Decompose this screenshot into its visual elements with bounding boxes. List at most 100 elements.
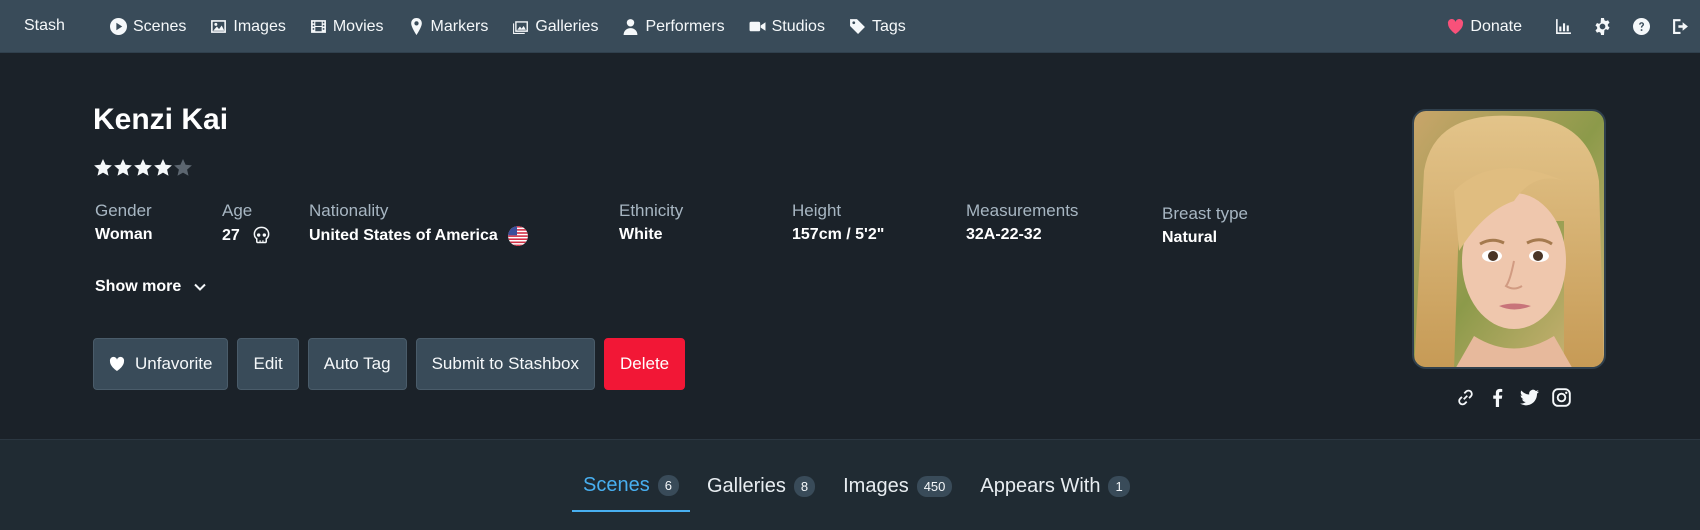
ethnicity-text: White [619, 226, 663, 243]
tab-appears-with[interactable]: Appears With 1 [969, 468, 1140, 504]
nav-movies[interactable]: Movies [298, 0, 396, 53]
nav-performers-label: Performers [645, 17, 725, 35]
unfavorite-button[interactable]: Unfavorite [93, 338, 229, 390]
nav-studios[interactable]: Studios [737, 0, 837, 53]
performer-tabs-bar: Scenes 6 Galleries 8 Images 450 Appears … [0, 439, 1700, 530]
nationality-value: United States of America [309, 226, 528, 246]
star-icon[interactable] [153, 158, 173, 178]
nav-movies-label: Movies [332, 17, 384, 35]
instagram-icon [1551, 387, 1571, 407]
nav-studios-label: Studios [771, 17, 825, 35]
nav-right: Donate [1447, 0, 1700, 53]
video-icon [749, 21, 766, 32]
ethnicity-value: White [619, 226, 683, 244]
breast-type-text: Natural [1162, 229, 1218, 246]
age-value: 27 [222, 226, 271, 245]
rating-stars[interactable] [93, 158, 193, 178]
brand-link[interactable]: Stash [24, 17, 65, 35]
logout-button[interactable] [1661, 0, 1700, 53]
chevron-down-icon [194, 283, 206, 291]
help-button[interactable] [1622, 0, 1661, 53]
tab-images-count: 450 [916, 475, 953, 497]
delete-button[interactable]: Delete [604, 338, 686, 390]
tab-scenes-count: 6 [657, 474, 679, 496]
show-more-toggle[interactable]: Show more [95, 278, 207, 296]
nav-scenes[interactable]: Scenes [98, 0, 198, 53]
nav-tags-label: Tags [871, 17, 906, 35]
gear-icon [1595, 18, 1610, 35]
play-circle-icon [110, 18, 127, 35]
chart-icon [1556, 19, 1571, 34]
url-link[interactable] [1455, 387, 1475, 407]
tag-icon [850, 19, 865, 34]
twitter-icon [1519, 389, 1539, 405]
help-icon [1633, 18, 1650, 35]
nav-images[interactable]: Images [198, 0, 297, 53]
height-text: 157cm / 5'2" [792, 226, 885, 243]
settings-button[interactable] [1583, 0, 1622, 53]
nationality-label: Nationality [309, 201, 389, 220]
star-icon[interactable] [133, 158, 153, 178]
skull-icon [253, 226, 270, 244]
star-icon[interactable] [113, 158, 133, 178]
detail-breast-type: Breast type Natural [1162, 204, 1248, 247]
auto-tag-button[interactable]: Auto Tag [307, 338, 407, 390]
donate-link[interactable]: Donate [1447, 18, 1522, 36]
detail-nationality: Nationality United States of America [309, 201, 528, 246]
instagram-link[interactable] [1551, 387, 1571, 407]
height-value: 157cm / 5'2" [792, 226, 884, 244]
detail-height: Height 157cm / 5'2" [792, 201, 884, 244]
tab-galleries-label: Galleries [706, 474, 786, 497]
gender-label: Gender [95, 201, 152, 220]
social-links [1449, 387, 1577, 407]
nav-images-label: Images [233, 17, 286, 35]
age-label: Age [222, 201, 253, 220]
image-icon [211, 20, 227, 33]
heart-icon [1448, 18, 1464, 34]
gender-text: Woman [95, 226, 153, 243]
user-icon [624, 19, 638, 35]
submit-stashbox-button[interactable]: Submit to Stashbox [415, 338, 595, 390]
detail-measurements: Measurements 32A-22-32 [966, 201, 1078, 244]
donate-label: Donate [1470, 17, 1522, 35]
facebook-icon [1492, 388, 1502, 407]
nationality-text: United States of America [309, 227, 498, 244]
detail-age: Age 27 [222, 201, 271, 245]
performer-tabs: Scenes 6 Galleries 8 Images 450 Appears … [572, 468, 1147, 512]
measurements-value: 32A-22-32 [966, 226, 1078, 244]
performer-image[interactable] [1412, 109, 1606, 369]
show-more-label: Show more [95, 278, 182, 295]
performer-actions: Unfavorite Edit Auto Tag Submit to Stash… [93, 338, 694, 390]
measurements-label: Measurements [966, 201, 1079, 220]
film-icon [310, 20, 326, 33]
breast-type-value: Natural [1162, 229, 1248, 247]
nav-tags[interactable]: Tags [837, 0, 918, 53]
nav-performers[interactable]: Performers [610, 0, 736, 53]
edit-button[interactable]: Edit [237, 338, 299, 390]
unfavorite-label: Unfavorite [135, 354, 213, 373]
tab-galleries[interactable]: Galleries 8 [696, 468, 826, 504]
detail-ethnicity: Ethnicity White [619, 201, 683, 244]
images-icon [513, 21, 529, 34]
detail-gender: Gender Woman [95, 201, 152, 244]
nav-markers-label: Markers [430, 17, 489, 35]
facebook-link[interactable] [1487, 387, 1507, 407]
sign-out-icon [1673, 19, 1688, 34]
tab-images[interactable]: Images 450 [832, 468, 963, 504]
top-navbar: Stash Scenes Images Movies Markers Galle… [0, 0, 1700, 53]
breast-type-label: Breast type [1162, 204, 1248, 223]
tab-appears-with-count: 1 [1108, 475, 1130, 497]
nav-links: Scenes Images Movies Markers Galleries P… [98, 0, 918, 53]
stats-button[interactable] [1544, 0, 1583, 53]
star-icon[interactable] [93, 158, 113, 178]
tab-scenes[interactable]: Scenes 6 [572, 468, 690, 512]
nav-markers[interactable]: Markers [396, 0, 501, 53]
nav-galleries-label: Galleries [535, 17, 599, 35]
performer-header: Kenzi Kai Gender Woman Age 27 Nationalit… [0, 53, 1700, 439]
height-label: Height [792, 201, 842, 220]
tab-galleries-count: 8 [793, 475, 816, 497]
twitter-link[interactable] [1519, 387, 1539, 407]
nav-galleries[interactable]: Galleries [500, 0, 610, 53]
performer-name: Kenzi Kai [93, 103, 229, 136]
star-empty-icon[interactable] [173, 158, 193, 178]
